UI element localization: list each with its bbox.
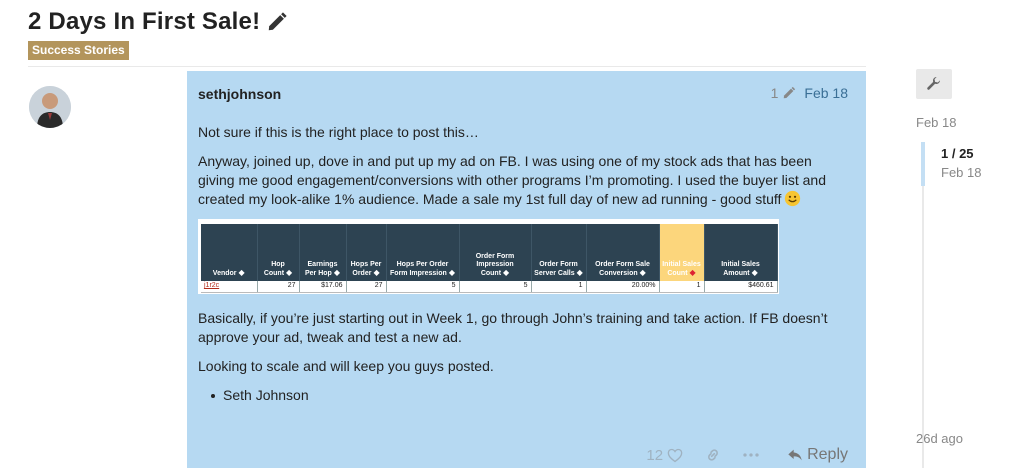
list-item: Seth Johnson (198, 386, 848, 405)
topic-title-text[interactable]: 2 Days In First Sale! (28, 8, 260, 36)
edit-count[interactable]: 1 (771, 85, 779, 101)
table-header-cell: Order Form Server Calls ◆ (531, 224, 587, 281)
wrench-icon[interactable] (926, 76, 942, 92)
share-link-button[interactable] (705, 447, 721, 463)
post-body: Not sure if this is the right place to p… (198, 123, 848, 219)
post-paragraph: Basically, if you’re just starting out i… (198, 310, 828, 345)
admin-wrench-button[interactable] (916, 69, 952, 99)
pencil-icon[interactable] (266, 11, 288, 33)
heart-icon[interactable] (667, 448, 683, 463)
post-body-continued: Basically, if you’re just starting out i… (198, 309, 848, 405)
topic-timeline: Feb 18 1 / 25 Feb 18 26d ago (916, 69, 1016, 468)
post: sethjohnson 1 Feb 18 Not sure if this is… (187, 71, 866, 468)
table-cell: $17.06 (299, 281, 347, 293)
stats-table-image: Vendor ◆ Hop Count ◆ Earnings Per Hop ◆ Hop… (198, 219, 779, 294)
table-cell: 5 (459, 281, 532, 293)
table-header-cell-highlighted: Initial Sales Count ◆ (659, 224, 705, 281)
more-options-button[interactable] (743, 452, 759, 458)
avatar[interactable] (29, 86, 71, 128)
like-button[interactable]: 12 (646, 447, 683, 464)
post-date[interactable]: Feb 18 (804, 85, 848, 101)
post-paragraph-text: Anyway, joined up, dove in and put up my… (198, 153, 827, 207)
header-divider (28, 66, 866, 67)
table-cell: j1r2c (201, 281, 258, 293)
stats-table: Vendor ◆ Hop Count ◆ Earnings Per Hop ◆ Hop… (201, 224, 778, 293)
timeline-start-date[interactable]: Feb 18 (916, 115, 956, 130)
table-header-cell: Order Form Sale Conversion ◆ (586, 224, 660, 281)
post-paragraph: Looking to scale and will keep you guys … (198, 358, 494, 374)
smile-emoji-icon (785, 190, 801, 207)
reply-button[interactable]: Reply (787, 446, 848, 464)
table-cell: 1 (659, 281, 705, 293)
table-header-cell: Hop Count ◆ (257, 224, 300, 281)
reply-label[interactable]: Reply (807, 446, 848, 464)
table-row: j1r2c 27 $17.06 27 5 5 1 20.00% 1 $460.6… (201, 281, 778, 293)
avatar-image (29, 86, 71, 128)
category-badge[interactable]: Success Stories (28, 41, 129, 60)
post-paragraph: Not sure if this is the right place to p… (198, 124, 479, 140)
table-cell: 20.00% (586, 281, 660, 293)
table-header-cell: Hops Per Order Form Impression ◆ (386, 224, 460, 281)
table-header-cell: Vendor ◆ (201, 224, 258, 281)
table-cell: 5 (386, 281, 460, 293)
table-header-cell: Hops Per Order ◆ (346, 224, 387, 281)
topic-title[interactable]: 2 Days In First Sale! (28, 8, 288, 36)
table-cell: 27 (257, 281, 300, 293)
table-header-cell: Earnings Per Hop ◆ (299, 224, 347, 281)
post-meta: 1 Feb 18 (771, 85, 848, 101)
timeline-handle[interactable] (921, 142, 925, 186)
link-icon[interactable] (705, 447, 721, 463)
timeline-track[interactable] (922, 142, 924, 468)
ellipsis-icon[interactable] (743, 452, 759, 458)
table-header-cell: Initial Sales Amount ◆ (704, 224, 778, 281)
edit-history-icon[interactable] (782, 86, 796, 100)
timeline-position-date: Feb 18 (941, 165, 982, 180)
table-cell: 1 (531, 281, 587, 293)
timeline-position: 1 / 25 (941, 146, 974, 161)
post-paragraph: Anyway, joined up, dove in and put up my… (198, 152, 848, 209)
post-actions: 12 Reply (624, 446, 848, 464)
like-count[interactable]: 12 (646, 447, 663, 464)
post-username[interactable]: sethjohnson (198, 86, 281, 102)
reply-icon[interactable] (787, 448, 803, 462)
table-cell: $460.61 (704, 281, 778, 293)
bullet-icon (211, 393, 215, 398)
table-header-cell: Order Form Impression Count ◆ (459, 224, 532, 281)
timeline-end-date[interactable]: 26d ago (916, 431, 963, 446)
topic-header: 2 Days In First Sale! (28, 8, 288, 36)
list-item-text: Seth Johnson (223, 387, 309, 403)
table-cell: 27 (346, 281, 387, 293)
